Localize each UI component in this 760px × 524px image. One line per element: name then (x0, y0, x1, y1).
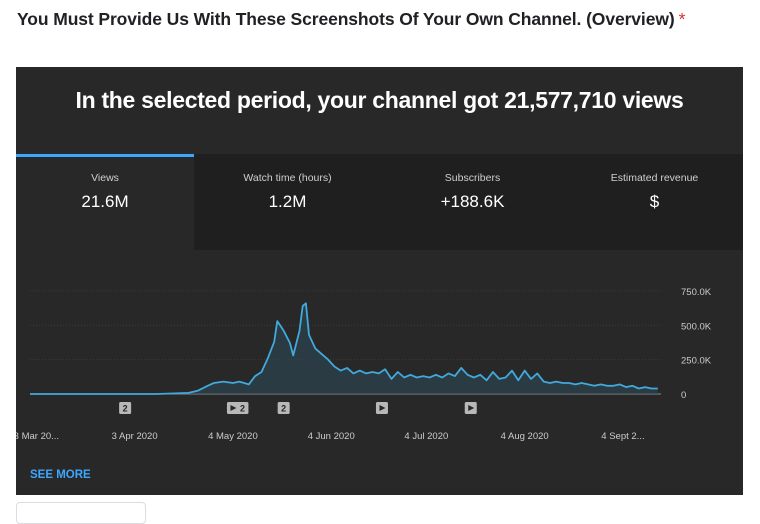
y-tick-label: 750.0K (681, 287, 712, 298)
y-tick-label: 250.0K (681, 356, 712, 367)
tab-subscribers[interactable]: Subscribers +188.6K (381, 154, 564, 250)
tab-estimated-revenue[interactable]: Estimated revenue $ (566, 154, 743, 250)
marker-count-label: 2 (240, 404, 245, 414)
metric-tabs: Views 21.6M Watch time (hours) 1.2M Subs… (16, 154, 743, 250)
question-text: You Must Provide Us With These Screensho… (17, 9, 675, 29)
tab-watch-time-label: Watch time (hours) (243, 172, 332, 184)
tab-views-value: 21.6M (81, 192, 129, 211)
x-tick-label: 4 Jun 2020 (308, 431, 355, 442)
see-more-link[interactable]: SEE MORE (30, 469, 91, 481)
question-title: You Must Provide Us With These Screensho… (17, 9, 685, 30)
x-tick-label: 3 Apr 2020 (112, 431, 158, 442)
y-tick-label: 500.0K (681, 321, 712, 332)
tab-watch-time[interactable]: Watch time (hours) 1.2M (196, 154, 379, 250)
marker-count-label: 2 (123, 404, 128, 414)
x-tick-label: 4 Jul 2020 (404, 431, 448, 442)
views-chart: 750.0K 500.0K 250.0K 0 2 2 2 3 Mar 20... 3 Apr 2… (16, 287, 712, 442)
tab-subscribers-label: Subscribers (444, 172, 501, 184)
tab-views[interactable]: Views 21.6M (16, 154, 194, 250)
upload-box[interactable] (16, 502, 146, 524)
marker-count-label: 2 (281, 404, 286, 414)
tab-views-label: Views (91, 172, 119, 184)
views-area-fill (30, 303, 658, 394)
analytics-overview-panel: In the selected period, your channel got… (16, 67, 743, 495)
x-tick-label: 4 Sept 2... (601, 431, 644, 442)
tab-revenue-label: Estimated revenue (610, 172, 699, 184)
required-asterisk: * (678, 9, 686, 29)
x-tick-label: 3 Mar 20... (16, 431, 59, 442)
tab-watch-time-value: 1.2M (268, 192, 307, 211)
overview-headline: In the selected period, your channel got… (75, 87, 684, 113)
y-tick-label: 0 (681, 390, 686, 401)
x-tick-label: 4 Aug 2020 (501, 431, 549, 442)
tab-revenue-value: $ (649, 192, 660, 211)
tab-subscribers-value: +188.6K (440, 192, 505, 211)
x-tick-label: 4 May 2020 (208, 431, 258, 442)
